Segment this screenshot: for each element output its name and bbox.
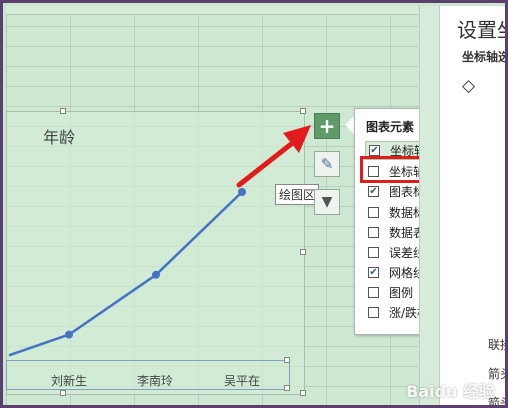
resize-handle[interactable] xyxy=(300,390,306,396)
panel-pointer xyxy=(345,116,354,134)
pane-title: 设置坐 xyxy=(457,18,505,42)
series-points xyxy=(65,188,246,339)
chart-title[interactable]: 年龄 xyxy=(43,124,75,148)
checkbox-axes[interactable]: ✔ xyxy=(369,145,380,156)
red-arrow-annotation xyxy=(236,125,311,188)
series-line xyxy=(8,191,243,357)
checkbox-up-down-bars[interactable] xyxy=(368,307,379,318)
checkbox-data-labels[interactable] xyxy=(368,207,379,218)
checkbox-legend[interactable] xyxy=(368,287,379,298)
resize-handle[interactable] xyxy=(60,390,66,396)
screenshot-frame: 年龄 刘新生 李南玲 吴平在 绘图区 + ✎ ▼ 图表元素 ✔ 坐标轴 坐标轴标… xyxy=(0,0,508,408)
checkbox-gridlines[interactable]: ✔ xyxy=(368,267,379,278)
line-chart-svg xyxy=(8,188,246,357)
checkbox-data-table[interactable] xyxy=(368,227,379,238)
axis-handle[interactable] xyxy=(284,385,290,391)
axis-label-category: 吴平在 xyxy=(224,374,261,388)
watermark-text: Baidu 经验 xyxy=(406,382,495,401)
axis-handle[interactable] xyxy=(284,357,290,363)
checkbox-error-bars[interactable] xyxy=(368,247,379,258)
pane-option-join: 联接 xyxy=(488,338,505,352)
panel-title: 图表元素 xyxy=(366,120,415,134)
pane-splitter[interactable] xyxy=(419,6,440,405)
axis-label-category: 李南玲 xyxy=(137,374,174,388)
format-axis-pane: 设置坐 坐标轴选 ◇ 联接 箭头 箭头 xyxy=(439,6,505,405)
data-point xyxy=(65,330,73,339)
paint-bucket-icon[interactable]: ◇ xyxy=(462,76,475,96)
filter-icon: ▼ xyxy=(321,194,333,210)
option-label: 图例 xyxy=(389,286,414,300)
axis-label-category: 刘新生 xyxy=(51,374,88,388)
pane-subtitle[interactable]: 坐标轴选 xyxy=(462,48,505,65)
checkbox-chart-title[interactable]: ✔ xyxy=(368,186,379,197)
data-point xyxy=(152,270,160,279)
